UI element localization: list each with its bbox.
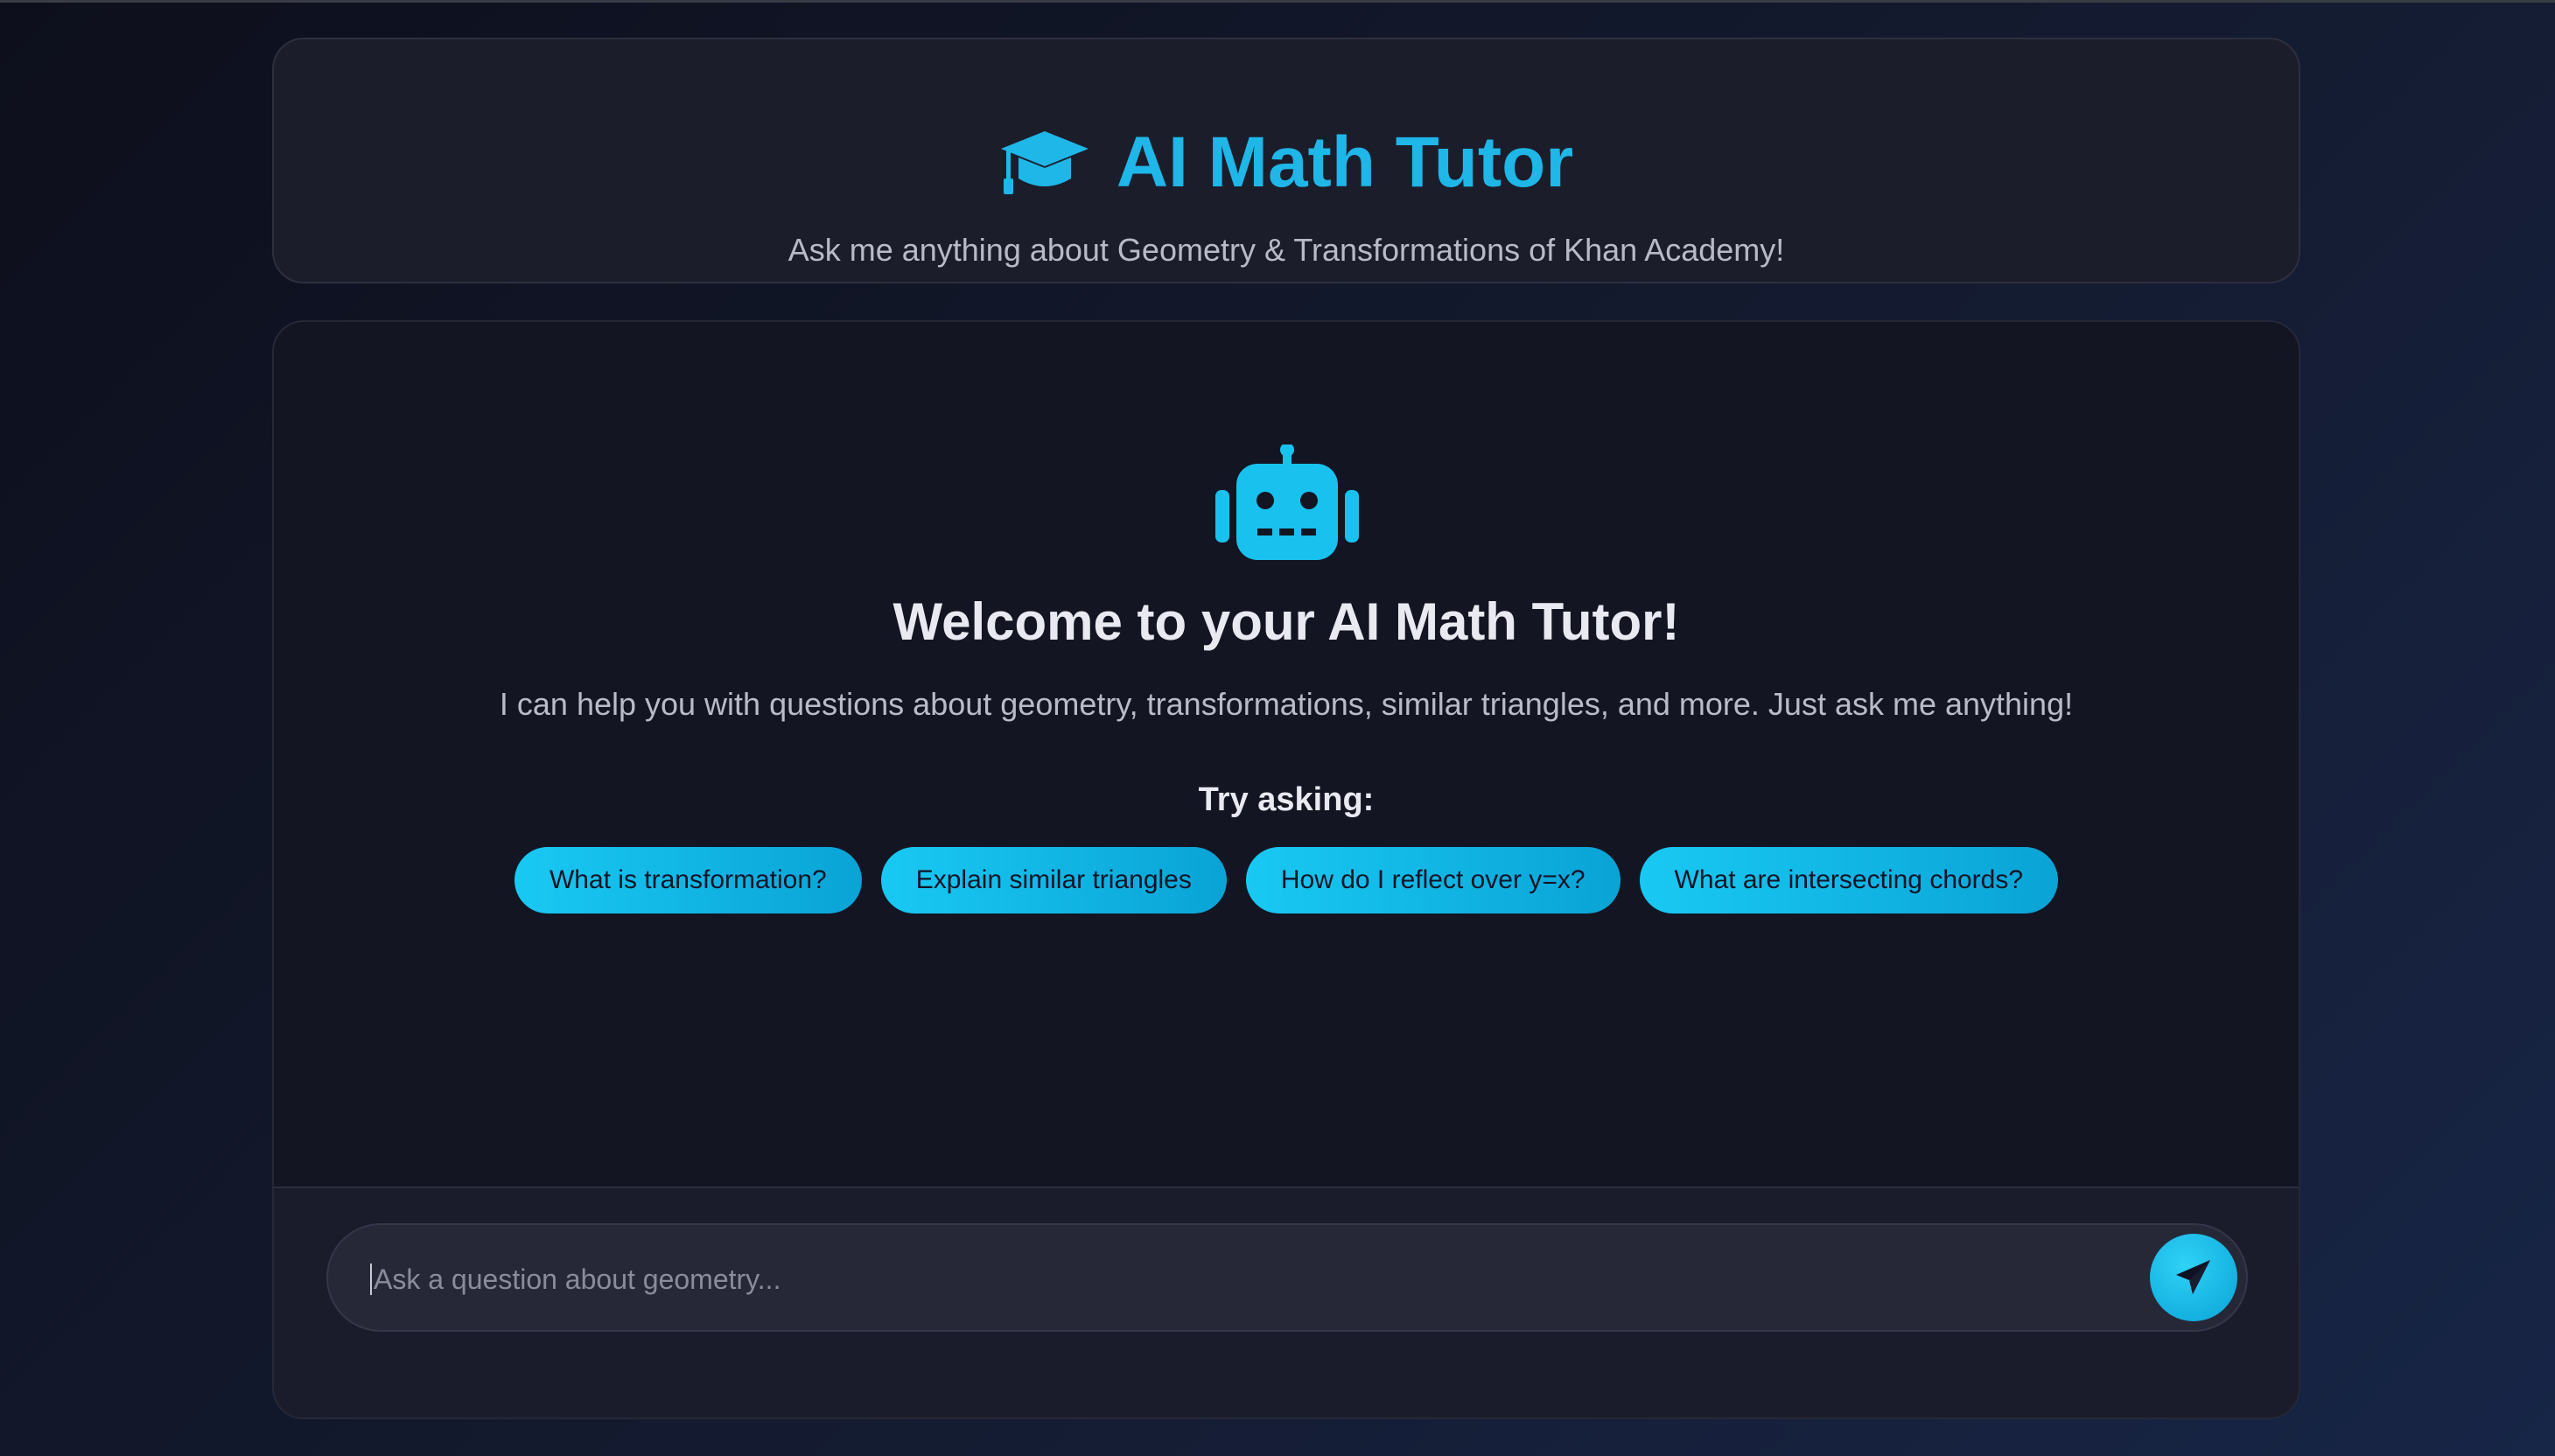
- welcome-text: I can help you with questions about geom…: [499, 686, 2074, 722]
- graduation-cap-icon: [1000, 131, 1088, 194]
- suggestion-list: What is transformation? Explain similar …: [274, 847, 2299, 914]
- send-button[interactable]: [2150, 1234, 2237, 1321]
- question-input[interactable]: [370, 1264, 2033, 1295]
- header-card: AI Math Tutor Ask me anything about Geom…: [272, 38, 2300, 284]
- suggestion-chip[interactable]: What is transformation?: [514, 847, 862, 914]
- title-row: AI Math Tutor: [274, 127, 2299, 199]
- suggestion-chip[interactable]: How do I reflect over y=x?: [1245, 847, 1620, 914]
- robot-icon: [1215, 444, 1359, 560]
- input-area: [274, 1186, 2299, 1418]
- app-subtitle: Ask me anything about Geometry & Transfo…: [788, 232, 1785, 268]
- chat-panel: Welcome to your AI Math Tutor! I can hel…: [272, 320, 2300, 1419]
- app-title: AI Math Tutor: [1116, 122, 1574, 202]
- welcome-title: Welcome to your AI Math Tutor!: [892, 592, 1680, 651]
- question-input-box: [326, 1223, 2248, 1332]
- suggestion-chip[interactable]: What are intersecting chords?: [1639, 847, 2059, 914]
- paper-plane-icon: [2176, 1260, 2210, 1294]
- try-asking-label: Try asking:: [1198, 781, 1375, 818]
- suggestion-chip[interactable]: Explain similar triangles: [880, 847, 1227, 914]
- window-top-border: [0, 0, 2555, 3]
